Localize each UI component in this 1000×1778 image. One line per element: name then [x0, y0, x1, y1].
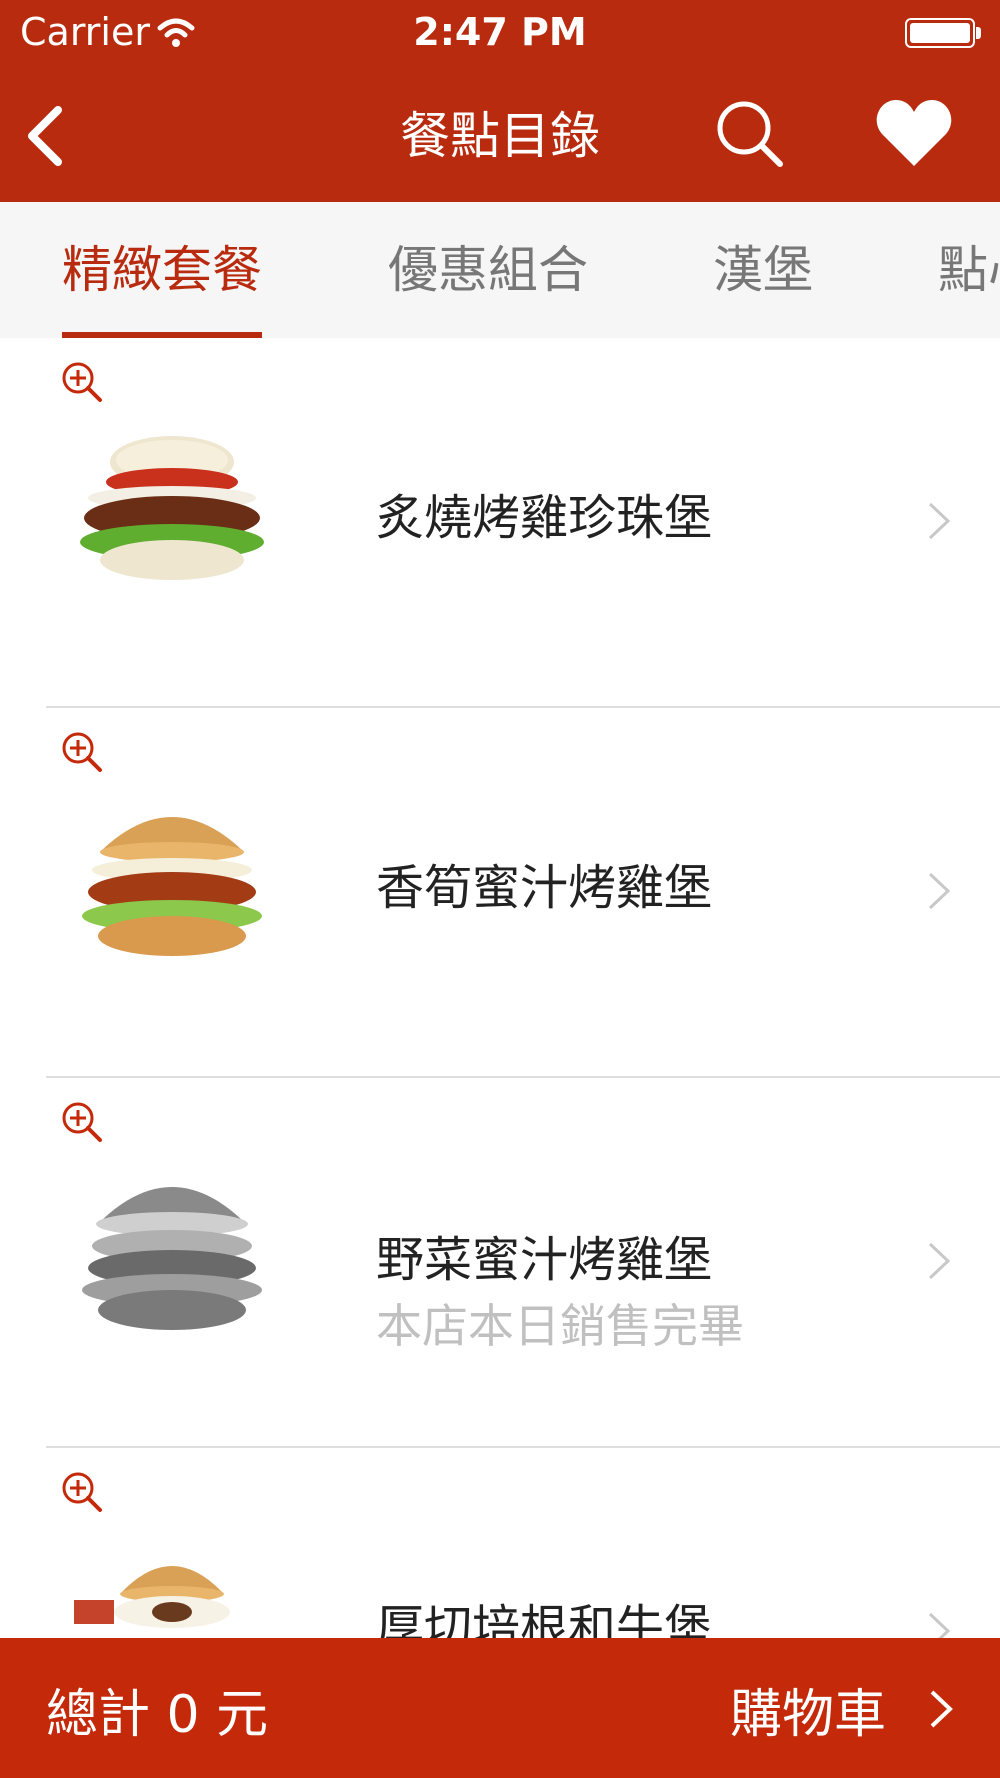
burger-image	[74, 1566, 230, 1628]
category-tabs: 精緻套餐 優惠組合 漢堡 點心	[0, 202, 1000, 338]
zoom-in-icon[interactable]	[60, 1470, 106, 1516]
tab-combo-deals[interactable]: 優惠組合	[388, 238, 588, 302]
item-name: 香筍蜜汁烤雞堡	[376, 860, 713, 916]
chevron-right-icon	[928, 502, 951, 540]
battery-tip	[976, 27, 981, 39]
heart-icon[interactable]	[872, 94, 956, 174]
cart-bar: 總計 0 元 購物車	[0, 1638, 1000, 1778]
list-item[interactable]: 炙燒烤雞珍珠堡	[0, 338, 1000, 708]
tab-set-meals[interactable]: 精緻套餐	[62, 238, 262, 302]
zoom-in-icon[interactable]	[60, 360, 106, 406]
burger-image	[82, 817, 262, 956]
tab-snacks[interactable]: 點心	[938, 238, 1000, 302]
app-header: Carrier 2:47 PM 餐點目錄	[0, 0, 1000, 202]
zoom-in-icon[interactable]	[60, 1100, 106, 1146]
chevron-right-icon[interactable]	[926, 1684, 956, 1734]
chevron-right-icon	[928, 1612, 951, 1638]
burger-image	[82, 1187, 262, 1330]
chevron-right-icon	[928, 872, 951, 910]
item-name: 炙燒烤雞珍珠堡	[376, 490, 713, 546]
item-name: 野菜蜜汁烤雞堡	[376, 1232, 713, 1288]
page-title: 餐點目錄	[400, 107, 600, 165]
status-time: 2:47 PM	[413, 10, 587, 54]
order-total: 總計 0 元	[46, 1685, 269, 1745]
zoom-in-icon[interactable]	[60, 730, 106, 776]
list-item[interactable]: 香筍蜜汁烤雞堡	[0, 708, 1000, 1078]
burger-image	[80, 436, 264, 580]
search-icon[interactable]	[710, 94, 790, 174]
tab-burgers[interactable]: 漢堡	[713, 238, 813, 302]
sold-out-note: 本店本日銷售完畢	[376, 1299, 744, 1353]
chevron-right-icon	[928, 1242, 951, 1280]
list-item[interactable]: 野菜蜜汁烤雞堡 本店本日銷售完畢	[0, 1078, 1000, 1448]
cart-button[interactable]: 購物車	[730, 1672, 886, 1747]
list-item[interactable]: 厚切培根和牛堡	[0, 1448, 1000, 1638]
menu-list: 炙燒烤雞珍珠堡 香筍蜜汁烤雞堡 野菜蜜汁烤雞堡 本店本日銷售完畢 厚切培根和牛堡	[0, 338, 1000, 1638]
item-name: 厚切培根和牛堡	[376, 1600, 713, 1638]
battery-icon	[905, 18, 975, 48]
